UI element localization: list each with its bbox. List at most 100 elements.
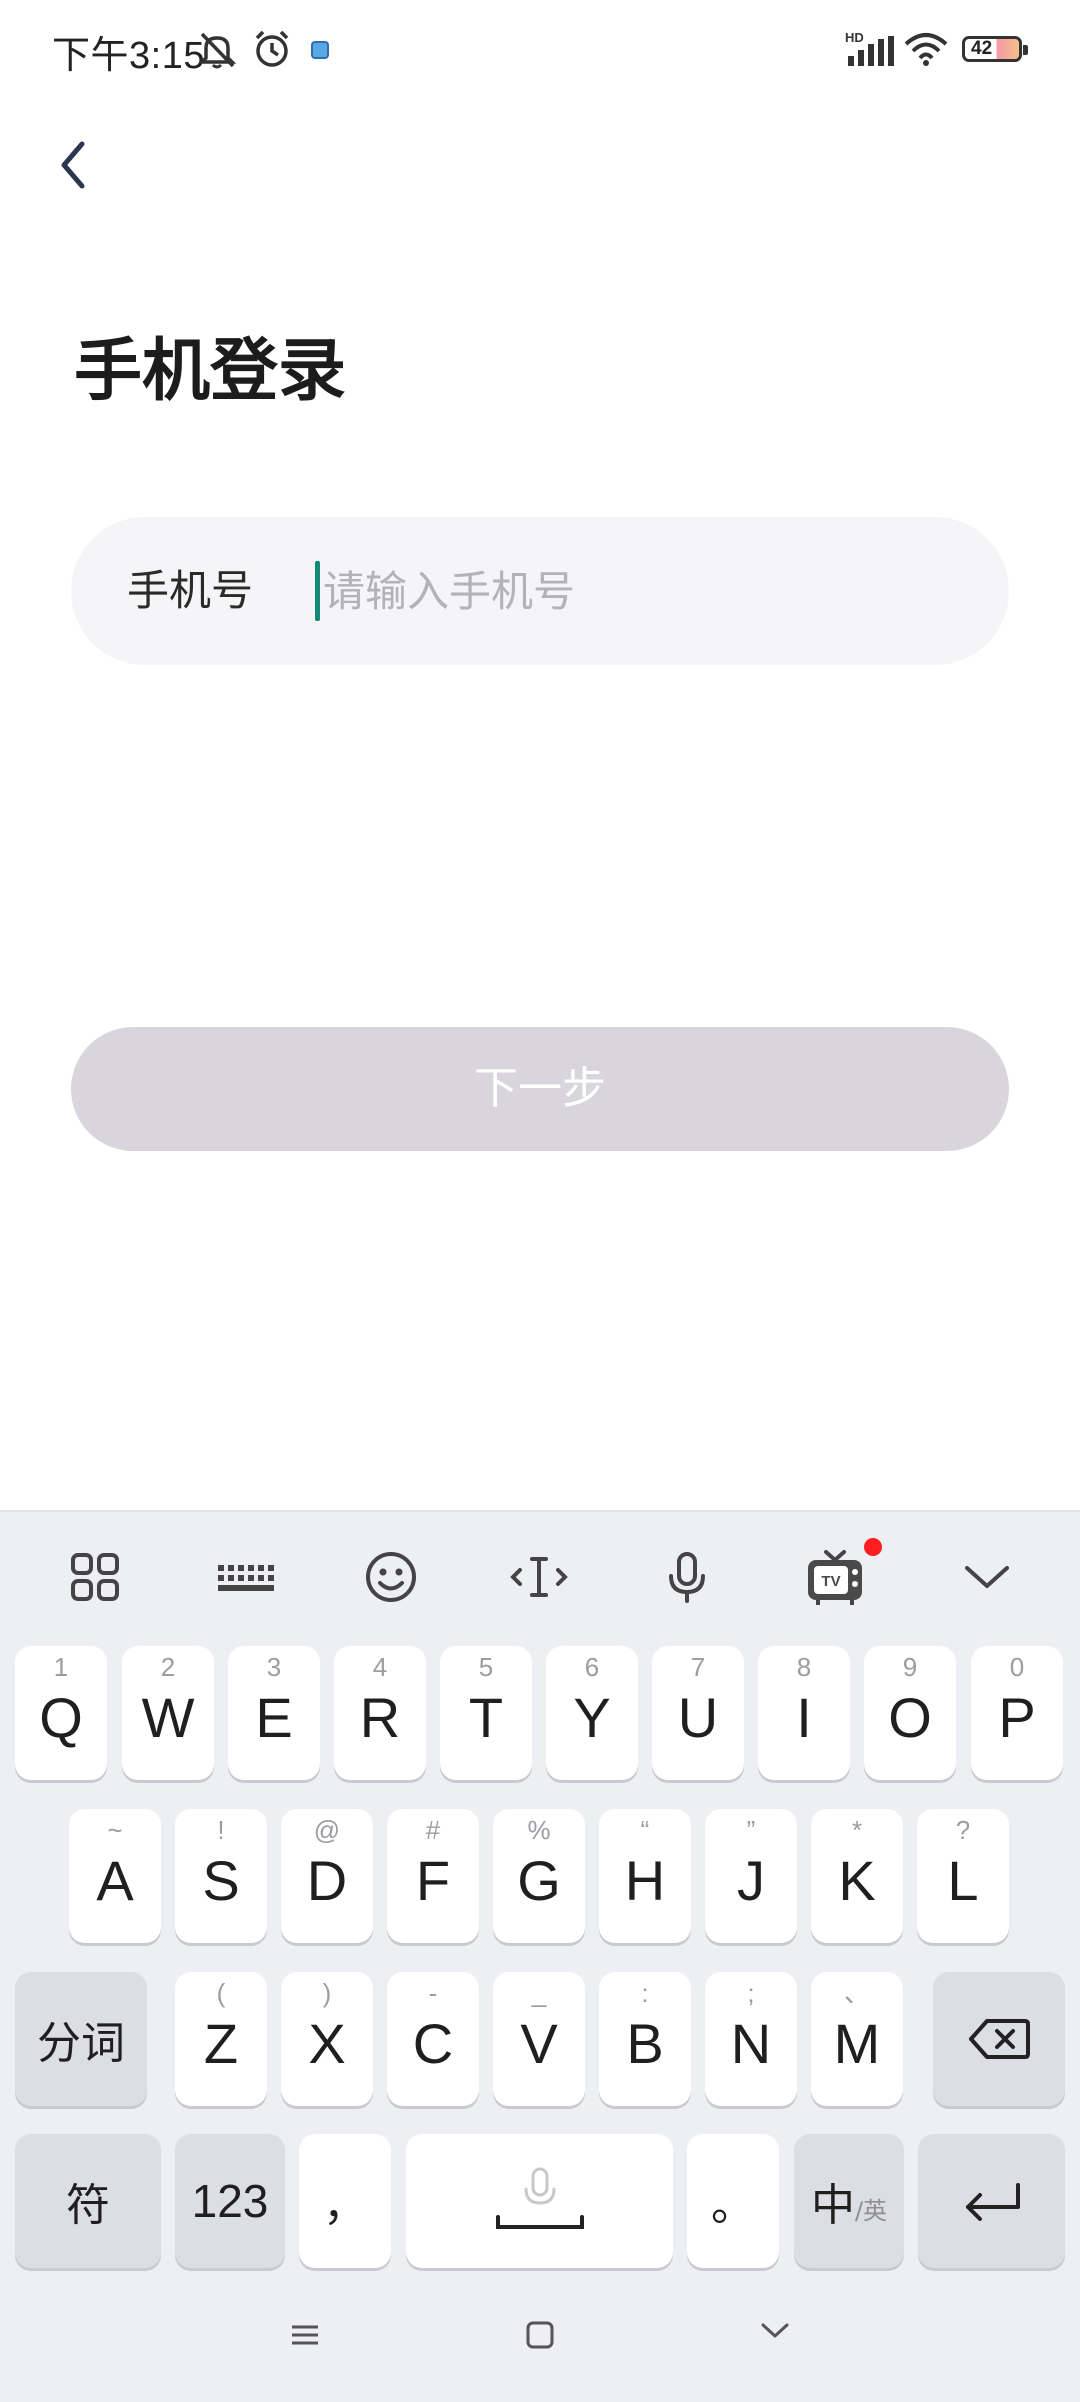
key-u[interactable]: 7U xyxy=(652,1646,744,1780)
alarm-icon xyxy=(252,28,292,70)
key-f[interactable]: # F xyxy=(387,1809,479,1943)
cursor-icon[interactable] xyxy=(504,1542,574,1612)
key-label: D xyxy=(306,1849,348,1912)
key-hint: ” xyxy=(746,1815,756,1845)
system-nav-bar xyxy=(0,2290,1080,2400)
key-v[interactable]: _ V xyxy=(493,1972,585,2106)
notification-dot xyxy=(864,1538,882,1556)
key-label: Z xyxy=(203,2012,239,2075)
key-label: V xyxy=(520,2012,558,2075)
status-bar: 下午3:15 HD 42 xyxy=(0,0,1080,100)
key-hint: - xyxy=(428,1978,438,2008)
key-label: S xyxy=(202,1849,240,1912)
key-hint: ( xyxy=(216,1978,226,2008)
number-key[interactable]: 123 xyxy=(175,2134,285,2268)
keyboard-icon[interactable] xyxy=(208,1542,278,1612)
key-label: F xyxy=(415,1849,451,1912)
key-w[interactable]: 2W xyxy=(122,1646,214,1780)
key-r[interactable]: 4R xyxy=(334,1646,426,1780)
backspace-key[interactable] xyxy=(933,1972,1065,2106)
comma-key[interactable]: ， xyxy=(299,2134,391,2268)
enter-key[interactable] xyxy=(918,2134,1065,2268)
key-label: 中/英 xyxy=(794,2134,904,2268)
key-l[interactable]: ? L xyxy=(917,1809,1009,1943)
key-label: 。 xyxy=(711,2180,755,2231)
key-t[interactable]: 5T xyxy=(440,1646,532,1780)
back-down-icon[interactable] xyxy=(750,2306,800,2356)
key-hint: ~ xyxy=(107,1815,123,1845)
key-label: N xyxy=(730,2012,772,2075)
key-x[interactable]: ) X xyxy=(281,1972,373,2106)
mic-space-icon xyxy=(406,2134,673,2268)
key-hint: # xyxy=(425,1815,441,1845)
key-hint: _ xyxy=(531,1978,547,2008)
key-hint: 、 xyxy=(843,1978,870,2008)
key-j[interactable]: ” J xyxy=(705,1809,797,1943)
next-step-button[interactable]: 下一步 xyxy=(71,1027,1009,1151)
app-notification-icon xyxy=(311,41,329,59)
key-label: M xyxy=(833,2012,881,2075)
tv-icon[interactable]: TV xyxy=(800,1542,870,1612)
key-hint: ) xyxy=(322,1978,332,2008)
language-switch-key[interactable]: 中/英 xyxy=(794,2134,904,2268)
soft-keyboard: TV 1Q 2W 3E 4R 5T 6Y 7U 8I 9O 0P ~ A ! S @… xyxy=(0,1510,1080,2402)
period-key[interactable]: 。 xyxy=(687,2134,779,2268)
key-label: R xyxy=(359,1686,401,1749)
key-hint: * xyxy=(851,1815,863,1845)
phone-input-row[interactable]: 手机号 xyxy=(71,517,1009,665)
space-key[interactable] xyxy=(406,2134,673,2268)
key-label: L xyxy=(947,1849,979,1912)
mute-icon xyxy=(196,30,238,70)
key-hint: @ xyxy=(313,1815,341,1845)
phone-input[interactable] xyxy=(323,557,943,625)
key-label: O xyxy=(888,1686,932,1749)
text-caret xyxy=(315,561,320,621)
key-i[interactable]: 8I xyxy=(758,1646,850,1780)
key-a[interactable]: ~ A xyxy=(69,1809,161,1943)
key-hint: 0 xyxy=(1009,1652,1025,1682)
key-hint: 9 xyxy=(902,1652,918,1682)
keyboard-toolbar: TV xyxy=(0,1512,1080,1642)
key-label: P xyxy=(998,1686,1036,1749)
mic-icon[interactable] xyxy=(652,1542,722,1612)
menu-icon[interactable] xyxy=(280,2310,330,2360)
collapse-icon[interactable] xyxy=(952,1542,1022,1612)
key-b[interactable]: :B xyxy=(599,1972,691,2106)
key-hint: 7 xyxy=(690,1652,706,1682)
key-y[interactable]: 6Y xyxy=(546,1646,638,1780)
key-p[interactable]: 0P xyxy=(971,1646,1063,1780)
key-hint: 3 xyxy=(266,1652,282,1682)
key-s[interactable]: ! S xyxy=(175,1809,267,1943)
key-q[interactable]: 1Q xyxy=(15,1646,107,1780)
key-n[interactable]: ; N xyxy=(705,1972,797,2106)
chevron-left-icon xyxy=(61,141,85,189)
key-label: K xyxy=(838,1849,876,1912)
wifi-icon xyxy=(904,32,948,66)
key-o[interactable]: 9O xyxy=(864,1646,956,1780)
key-hint: : xyxy=(641,1978,649,2008)
emoji-icon[interactable] xyxy=(356,1542,426,1612)
key-c[interactable]: -C xyxy=(387,1972,479,2106)
svg-text:TV: TV xyxy=(821,1573,840,1590)
key-label: B xyxy=(626,2012,664,2075)
key-d[interactable]: @ D xyxy=(281,1809,373,1943)
key-label: Y xyxy=(573,1686,611,1749)
lang-alt-label: /英 xyxy=(854,2196,888,2225)
home-icon[interactable] xyxy=(515,2310,565,2360)
back-button[interactable] xyxy=(40,130,110,200)
status-time: 下午3:15 xyxy=(52,35,205,77)
key-e[interactable]: 3E xyxy=(228,1646,320,1780)
key-label: Q xyxy=(39,1686,83,1749)
key-h[interactable]: “H xyxy=(599,1809,691,1943)
key-label: 123 xyxy=(191,2175,269,2227)
key-label: H xyxy=(624,1849,666,1912)
key-z[interactable]: (Z xyxy=(175,1972,267,2106)
key-k[interactable]: * K xyxy=(811,1809,903,1943)
key-label: 符 xyxy=(66,2180,110,2231)
apps-grid-icon[interactable] xyxy=(60,1542,130,1612)
key-g[interactable]: % G xyxy=(493,1809,585,1943)
key-label: C xyxy=(412,2012,454,2075)
segment-key[interactable]: 分词 xyxy=(15,1972,147,2106)
symbol-key[interactable]: 符 xyxy=(15,2134,161,2268)
key-m[interactable]: 、 M xyxy=(811,1972,903,2106)
